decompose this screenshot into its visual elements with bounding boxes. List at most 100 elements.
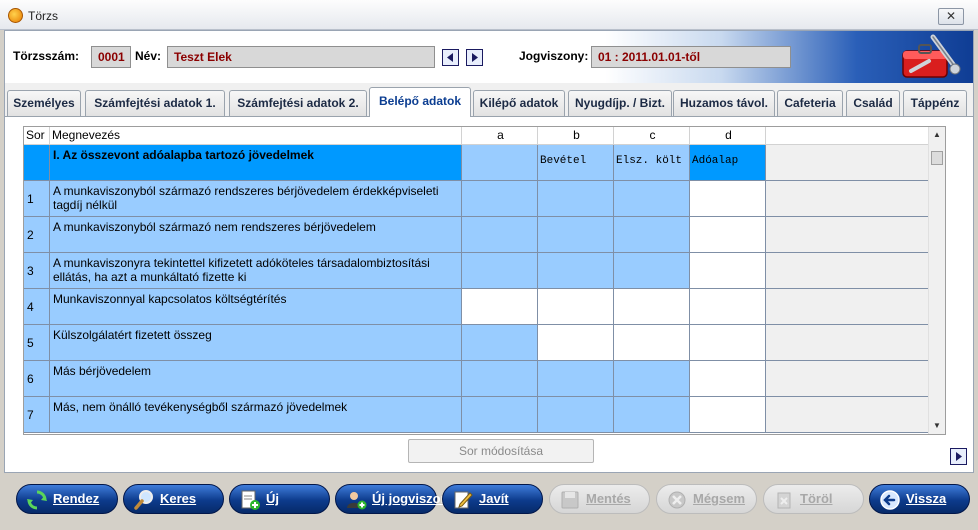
table-row-filler <box>766 325 929 361</box>
nev-label: Név: <box>135 49 162 63</box>
jogviszony-label: Jogviszony: <box>519 49 589 63</box>
table-row-cell-d[interactable] <box>690 289 766 325</box>
section-cell-a[interactable] <box>462 145 538 181</box>
table-row-cell-a[interactable] <box>462 361 538 397</box>
window-title: Törzs <box>28 9 58 23</box>
table-row-desc[interactable]: A munkaviszonyra tekintettel kifizetett … <box>50 253 462 289</box>
table-row-cell-b[interactable] <box>538 181 614 217</box>
table-row-cell-d[interactable] <box>690 325 766 361</box>
torol-button[interactable]: Töröl <box>763 484 864 514</box>
search-icon <box>134 490 153 510</box>
uj-jogviszony-button[interactable]: Új jogviszony <box>335 484 456 514</box>
table-row-cell-c[interactable] <box>614 181 690 217</box>
table-row-cell-a[interactable] <box>462 253 538 289</box>
table-row-cell-a[interactable] <box>462 397 538 433</box>
tab-csalad[interactable]: Család <box>846 90 900 116</box>
uj-button[interactable]: Új <box>229 484 330 514</box>
table-row-cell-d[interactable] <box>690 361 766 397</box>
table-row-cell-d[interactable] <box>690 181 766 217</box>
jogviszony-field[interactable]: 01 : 2011.01.01-től <box>591 46 791 68</box>
tab-belepo-adatok[interactable]: Belépő adatok <box>369 87 471 117</box>
megsem-label: Mégsem <box>693 491 746 506</box>
tab-tappenz[interactable]: Táppénz <box>903 90 967 116</box>
table-row-cell-c[interactable] <box>614 253 690 289</box>
tab-szamfejtesi-adatok-2[interactable]: Számfejtési adatok 2. <box>229 90 367 116</box>
sor-modositasa-button[interactable]: Sor módosítása <box>408 439 594 463</box>
tab-kilepo-adatok[interactable]: Kilépő adatok <box>473 90 565 116</box>
table-row-filler <box>766 361 929 397</box>
prev-record-button[interactable] <box>442 49 459 66</box>
delete-icon <box>777 492 791 509</box>
mentes-button[interactable]: Mentés <box>549 484 650 514</box>
next-page-button[interactable] <box>950 448 967 465</box>
vissza-button[interactable]: Vissza <box>869 484 970 514</box>
table-row-cell-c[interactable] <box>614 289 690 325</box>
javit-button[interactable]: Javít <box>442 484 543 514</box>
section-title: I. Az összevont adóalapba tartozó jövede… <box>50 145 462 181</box>
table-row-desc[interactable]: Munkaviszonnyal kapcsolatos költségtérít… <box>50 289 462 325</box>
table-row-cell-c[interactable] <box>614 325 690 361</box>
tab-huzamos-tavol[interactable]: Huzamos távol. <box>673 90 775 116</box>
scroll-down-icon[interactable]: ▼ <box>929 418 945 434</box>
window-titlebar: Törzs ✕ <box>0 0 978 30</box>
table-row-filler <box>766 253 929 289</box>
scroll-thumb[interactable] <box>931 151 943 165</box>
app-icon <box>8 8 23 23</box>
add-user-icon <box>347 492 367 510</box>
table-row-desc[interactable]: Más bérjövedelem <box>50 361 462 397</box>
main-panel: Törzsszám: 0001 Név: Teszt Elek Jogviszo… <box>4 30 974 473</box>
table-row-cell-b[interactable] <box>538 397 614 433</box>
table-row-cell-a[interactable] <box>462 217 538 253</box>
section-row-num <box>24 145 50 181</box>
table-row-desc[interactable]: Külszolgálatért fizetett összeg <box>50 325 462 361</box>
table-row-desc[interactable]: Más, nem önálló tevékenységből származó … <box>50 397 462 433</box>
tab-szemelyes[interactable]: Személyes <box>7 90 81 116</box>
section-cell-c[interactable]: Elsz. költ <box>614 145 690 181</box>
rendez-button[interactable]: Rendez <box>16 484 118 514</box>
grid-scrollbar[interactable]: ▲ ▼ <box>928 127 945 434</box>
column-header-sor: Sor <box>24 127 50 145</box>
income-grid[interactable]: Sor Megnevezés a b c d I. Az összevont a… <box>23 126 946 435</box>
section-cell-filler <box>766 145 929 181</box>
table-row-num: 1 <box>24 181 50 217</box>
table-row-cell-b[interactable] <box>538 253 614 289</box>
next-record-button[interactable] <box>466 49 483 66</box>
table-row-filler <box>766 289 929 325</box>
mentes-label: Mentés <box>586 491 631 506</box>
nev-field[interactable]: Teszt Elek <box>167 46 435 68</box>
keres-button[interactable]: Keres <box>123 484 224 514</box>
table-row-cell-a[interactable] <box>462 289 538 325</box>
arrow-right-icon <box>956 452 962 461</box>
window-close-button[interactable]: ✕ <box>938 8 964 25</box>
table-row-cell-b[interactable] <box>538 325 614 361</box>
tab-szamfejtesi-adatok-1[interactable]: Számfejtési adatok 1. <box>85 90 225 116</box>
table-row-cell-a[interactable] <box>462 181 538 217</box>
scroll-up-icon[interactable]: ▲ <box>929 127 945 143</box>
section-cell-b[interactable]: Bevétel <box>538 145 614 181</box>
table-row-cell-b[interactable] <box>538 361 614 397</box>
section-cell-d[interactable]: Adóalap <box>690 145 766 181</box>
table-row-cell-d[interactable] <box>690 217 766 253</box>
megsem-button[interactable]: Mégsem <box>656 484 757 514</box>
table-row-cell-b[interactable] <box>538 217 614 253</box>
edit-document-icon <box>454 491 473 509</box>
record-header: Törzsszám: 0001 Név: Teszt Elek Jogviszo… <box>5 31 973 83</box>
table-row-desc[interactable]: A munkaviszonyból származó nem rendszere… <box>50 217 462 253</box>
torzsszam-field[interactable]: 0001 <box>91 46 131 68</box>
uj-label: Új <box>266 491 279 506</box>
vissza-label: Vissza <box>906 491 947 506</box>
table-row-cell-c[interactable] <box>614 397 690 433</box>
refresh-icon <box>27 490 47 510</box>
tab-nyugdijp-bizt[interactable]: Nyugdíjp. / Bizt. <box>568 90 672 116</box>
column-header-b: b <box>538 127 614 145</box>
table-row-cell-a[interactable] <box>462 325 538 361</box>
tab-cafeteria[interactable]: Cafeteria <box>777 90 843 116</box>
table-row-cell-c[interactable] <box>614 361 690 397</box>
table-row-cell-d[interactable] <box>690 253 766 289</box>
table-row-cell-c[interactable] <box>614 217 690 253</box>
table-row-cell-b[interactable] <box>538 289 614 325</box>
table-row-desc[interactable]: A munkaviszonyból származó rendszeres bé… <box>50 181 462 217</box>
cancel-icon <box>668 491 686 509</box>
belepo-adatok-panel: Sor Megnevezés a b c d I. Az összevont a… <box>5 116 973 472</box>
table-row-cell-d[interactable] <box>690 397 766 433</box>
